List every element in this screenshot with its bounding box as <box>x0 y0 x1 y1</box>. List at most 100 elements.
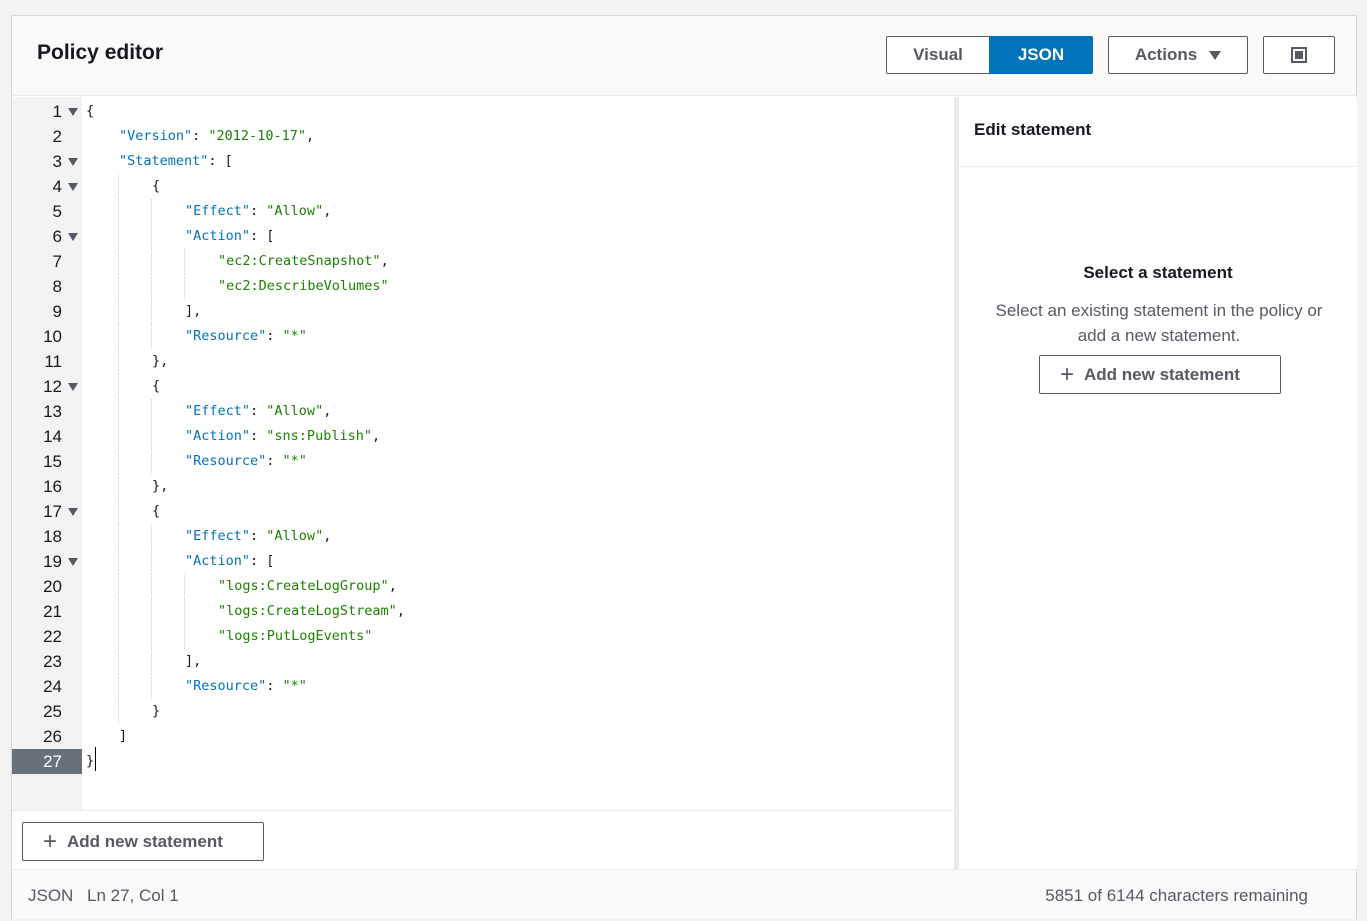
code-line[interactable]: 7 "ec2:CreateSnapshot", <box>12 249 954 274</box>
line-number-text: 6 <box>52 227 62 246</box>
line-number-text: 17 <box>43 502 62 521</box>
json-key: "Action" <box>185 428 251 444</box>
add-new-statement-button[interactable]: + Add new statement <box>22 822 264 861</box>
code-line[interactable]: 1{ <box>12 99 954 124</box>
json-punctuation: : <box>250 203 267 219</box>
indent-guide <box>151 399 152 424</box>
code-text: "Resource": "*" <box>185 324 307 349</box>
code-text: ] <box>119 724 127 749</box>
actions-dropdown-button[interactable]: Actions <box>1108 36 1248 74</box>
line-number: 14 <box>12 424 82 449</box>
line-number-text: 16 <box>43 477 62 496</box>
indent-guide <box>118 374 119 399</box>
line-number-text: 21 <box>43 602 62 621</box>
code-line[interactable]: 17 { <box>12 499 954 524</box>
code-line[interactable]: 10 "Resource": "*" <box>12 324 954 349</box>
code-line[interactable]: 18 "Effect": "Allow", <box>12 524 954 549</box>
line-number: 7 <box>12 249 82 274</box>
code-text: "Resource": "*" <box>185 674 307 699</box>
fold-arrow-icon[interactable] <box>68 233 78 241</box>
json-punctuation: ] <box>119 728 128 744</box>
code-line[interactable]: 16}, <box>12 474 954 499</box>
indent-guide <box>118 299 119 324</box>
line-number-text: 23 <box>43 652 62 671</box>
code-text: { <box>152 499 160 524</box>
visual-tab-button[interactable]: Visual <box>886 36 990 74</box>
code-line[interactable]: 4{ <box>12 174 954 199</box>
code-line[interactable]: 6 "Action": [ <box>12 224 954 249</box>
code-line[interactable]: 23], <box>12 649 954 674</box>
editor-footer: + Add new statement <box>12 810 954 869</box>
code-text: "logs:CreateLogGroup", <box>218 574 397 599</box>
json-punctuation: { <box>152 503 161 519</box>
code-line[interactable]: 11}, <box>12 349 954 374</box>
code-line[interactable]: 27} <box>12 749 954 774</box>
code-line[interactable]: 25} <box>12 699 954 724</box>
code-text: ], <box>185 649 201 674</box>
code-text: { <box>86 99 94 124</box>
code-line[interactable]: 5 "Effect": "Allow", <box>12 199 954 224</box>
fold-arrow-icon[interactable] <box>68 383 78 391</box>
json-key: "Statement" <box>119 153 209 169</box>
fold-arrow-icon[interactable] <box>68 508 78 516</box>
line-number: 16 <box>12 474 82 499</box>
json-punctuation: , <box>323 203 332 219</box>
toggle-panel-button[interactable] <box>1263 36 1335 74</box>
line-number: 6 <box>12 224 82 249</box>
code-line[interactable]: 14 "Action": "sns:Publish", <box>12 424 954 449</box>
indent-guide <box>151 299 152 324</box>
code-text: "ec2:CreateSnapshot", <box>218 249 389 274</box>
text-cursor <box>95 747 96 771</box>
indent-guide <box>118 599 119 624</box>
json-string: "Allow" <box>266 528 324 544</box>
code-line[interactable]: 9], <box>12 299 954 324</box>
indent-guide <box>118 674 119 699</box>
code-line[interactable]: 22 "logs:PutLogEvents" <box>12 624 954 649</box>
code-line[interactable]: 24 "Resource": "*" <box>12 674 954 699</box>
code-line[interactable]: 21 "logs:CreateLogStream", <box>12 599 954 624</box>
indent-guide <box>118 174 119 199</box>
code-line[interactable]: 2 "Version": "2012-10-17", <box>12 124 954 149</box>
json-punctuation: , <box>371 428 381 444</box>
indent-guide <box>151 424 152 449</box>
code-text: }, <box>152 349 168 374</box>
line-number: 13 <box>12 399 82 424</box>
code-line[interactable]: 8 "ec2:DescribeVolumes" <box>12 274 954 299</box>
indent-guide <box>118 699 119 724</box>
code-line[interactable]: 13 "Effect": "Allow", <box>12 399 954 424</box>
line-number-text: 8 <box>52 277 62 296</box>
line-number-text: 25 <box>43 702 62 721</box>
line-number: 15 <box>12 449 82 474</box>
code-text: "logs:PutLogEvents" <box>218 624 372 649</box>
code-line[interactable]: 26] <box>12 724 954 749</box>
fold-arrow-icon[interactable] <box>68 183 78 191</box>
code-line[interactable]: 19 "Action": [ <box>12 549 954 574</box>
fold-arrow-icon[interactable] <box>68 108 78 116</box>
indent-guide <box>151 224 152 249</box>
code-line[interactable]: 3 "Statement": [ <box>12 149 954 174</box>
json-tab-button[interactable]: JSON <box>989 36 1093 74</box>
json-key: "Resource" <box>185 678 267 694</box>
side-add-new-statement-button[interactable]: + Add new statement <box>1039 355 1281 394</box>
status-cursor-position: Ln 27, Col 1 <box>87 886 179 905</box>
code-text: } <box>86 749 94 774</box>
fold-arrow-icon[interactable] <box>68 558 78 566</box>
code-editor[interactable]: 1{2 "Version": "2012-10-17", 3 "Statement":… <box>12 97 954 810</box>
side-panel-header: Edit statement <box>959 97 1357 167</box>
line-number-text: 22 <box>43 627 62 646</box>
indent-guide <box>118 224 119 249</box>
code-line[interactable]: 15 "Resource": "*" <box>12 449 954 474</box>
line-number: 1 <box>12 99 82 124</box>
json-punctuation: , <box>323 403 332 419</box>
json-punctuation: : <box>266 678 283 694</box>
code-line[interactable]: 20 "logs:CreateLogGroup", <box>12 574 954 599</box>
json-punctuation: : <box>192 128 209 144</box>
fold-arrow-icon[interactable] <box>68 158 78 166</box>
indent-guide <box>184 599 185 624</box>
indent-guide <box>184 249 185 274</box>
json-key: "Effect" <box>185 528 251 544</box>
indent-guide <box>118 424 119 449</box>
edit-statement-panel: Edit statement Select a statement Select… <box>959 97 1357 869</box>
line-number: 26 <box>12 724 82 749</box>
code-line[interactable]: 12 { <box>12 374 954 399</box>
